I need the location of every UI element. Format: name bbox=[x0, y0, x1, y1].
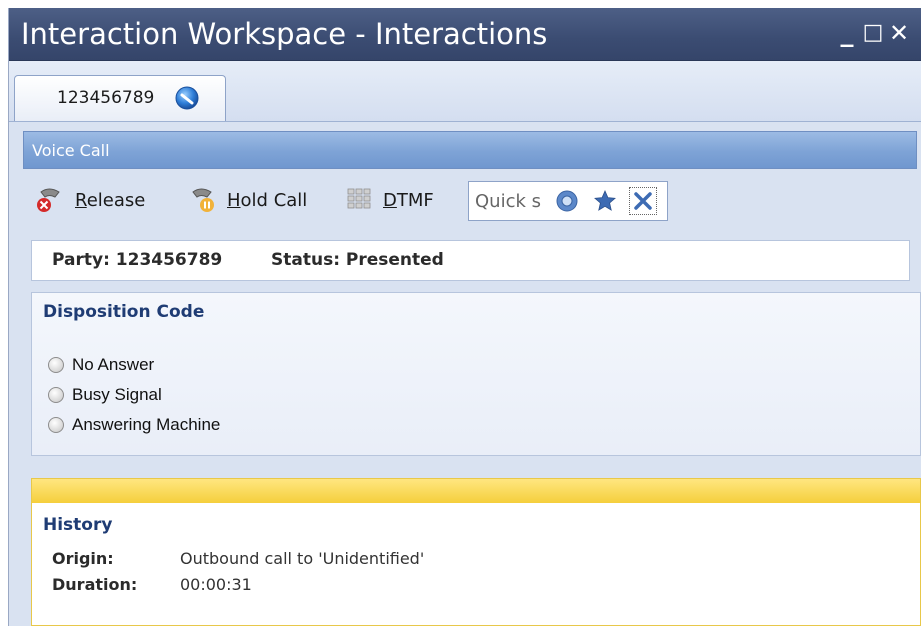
release-call-icon bbox=[37, 188, 60, 212]
interaction-tab-strip: 123456789 bbox=[9, 61, 921, 122]
duration-label: Duration: bbox=[52, 575, 138, 594]
quick-search-box bbox=[468, 181, 668, 221]
history-panel: History Origin: Outbound call to 'Uniden… bbox=[31, 478, 921, 626]
radio-button[interactable] bbox=[48, 357, 64, 373]
history-header-bar bbox=[32, 479, 920, 503]
history-title: History bbox=[43, 515, 113, 535]
disposition-title: Disposition Code bbox=[43, 302, 205, 322]
duration-value: 00:00:31 bbox=[180, 575, 252, 594]
clear-search-button[interactable] bbox=[629, 187, 657, 215]
keypad-icon bbox=[347, 188, 371, 209]
star-icon bbox=[594, 190, 616, 211]
tab-interaction[interactable]: 123456789 bbox=[14, 75, 226, 121]
party-status-bar: Party: 123456789 Status: Presented bbox=[31, 240, 910, 281]
radio-button[interactable] bbox=[48, 387, 64, 403]
radio-label: Busy Signal bbox=[72, 385, 162, 404]
interaction-workspace-window: Interaction Workspace - Interactions _ □… bbox=[8, 8, 921, 626]
radio-busy-signal[interactable]: Busy Signal bbox=[48, 385, 162, 405]
tab-label: 123456789 bbox=[57, 88, 155, 108]
close-button[interactable]: ✕ bbox=[887, 18, 911, 48]
voice-call-title: Voice Call bbox=[32, 141, 110, 160]
origin-label: Origin: bbox=[52, 549, 114, 568]
release-label: Release bbox=[75, 189, 146, 211]
hold-call-label: Hold Call bbox=[227, 189, 308, 211]
voice-call-header: Voice Call bbox=[23, 131, 917, 169]
voice-call-icon bbox=[175, 86, 199, 110]
origin-value: Outbound call to 'Unidentified' bbox=[180, 549, 425, 568]
radio-answering-machine[interactable]: Answering Machine bbox=[48, 415, 220, 435]
release-button[interactable]: Release bbox=[35, 185, 145, 215]
maximize-button[interactable]: □ bbox=[861, 18, 885, 48]
search-button[interactable] bbox=[553, 187, 581, 215]
title-bar[interactable]: Interaction Workspace - Interactions _ □… bbox=[9, 8, 921, 61]
favorites-button[interactable] bbox=[591, 187, 619, 215]
hold-call-button[interactable]: Hold Call bbox=[187, 185, 307, 215]
minimize-button[interactable]: _ bbox=[835, 18, 859, 48]
radio-no-answer[interactable]: No Answer bbox=[48, 355, 154, 375]
window-title: Interaction Workspace - Interactions bbox=[21, 17, 548, 51]
close-icon bbox=[634, 192, 652, 210]
radio-button[interactable] bbox=[48, 417, 64, 433]
status-text: Status: Presented bbox=[271, 250, 444, 270]
radio-label: Answering Machine bbox=[72, 415, 221, 434]
dtmf-button[interactable]: DTMF bbox=[345, 185, 434, 215]
call-toolbar: Release Hold Call DTMF bbox=[23, 173, 917, 229]
quick-search-input[interactable] bbox=[475, 187, 555, 215]
party-text: Party: 123456789 bbox=[52, 250, 223, 270]
disposition-code-panel: Disposition Code No Answer Busy Signal A… bbox=[31, 292, 921, 456]
search-icon bbox=[556, 190, 578, 212]
hold-call-icon bbox=[192, 188, 214, 212]
radio-label: No Answer bbox=[72, 355, 155, 374]
dtmf-label: DTMF bbox=[383, 189, 434, 211]
